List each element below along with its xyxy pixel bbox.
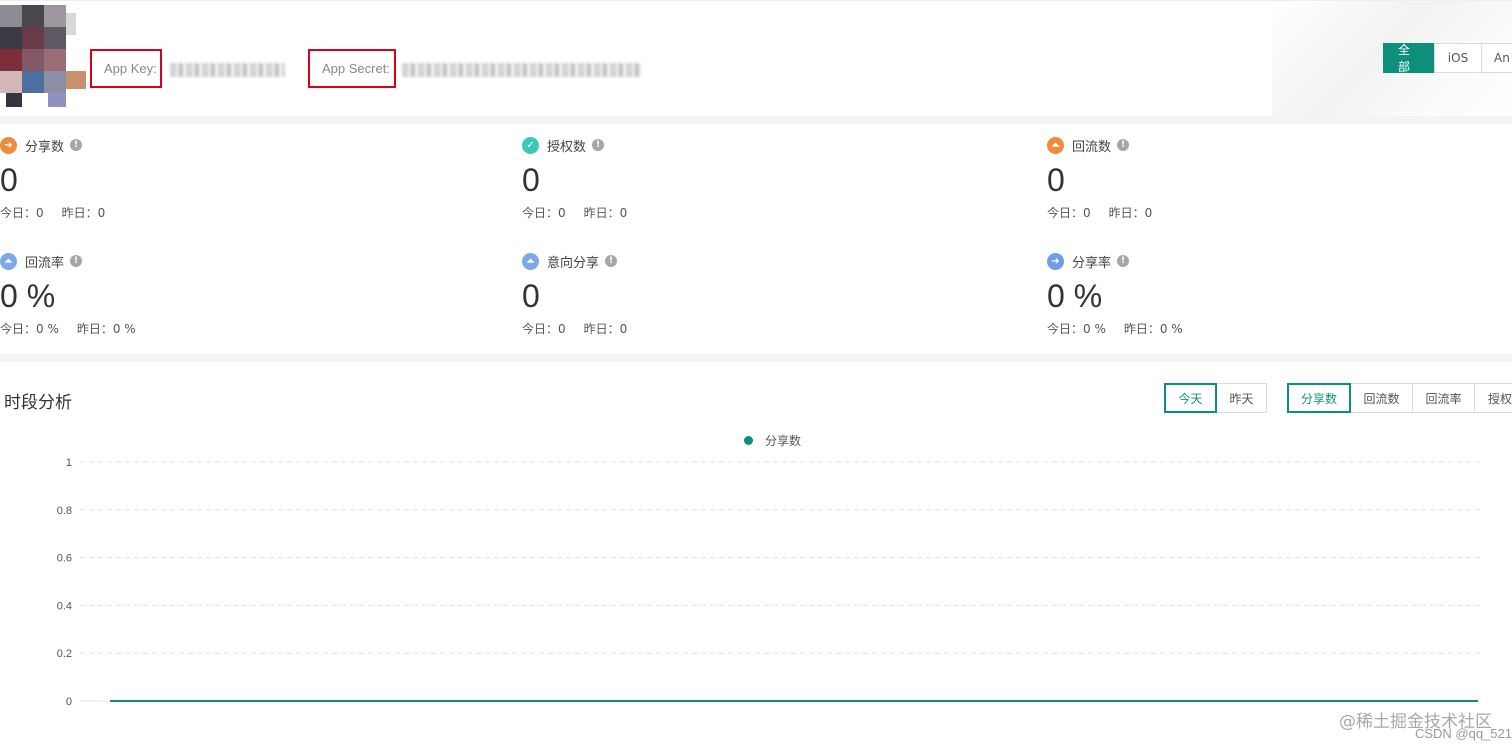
- stat-backflow-rate: ⏶ 回流率 ! 0 % 今日：0 % 昨日：0 %: [0, 252, 500, 362]
- stat-title: 授权数: [547, 139, 587, 155]
- y-tick-label: 0: [66, 696, 72, 708]
- stat-today: 今日：0: [522, 322, 566, 336]
- info-icon[interactable]: !: [605, 255, 618, 267]
- section-divider: [0, 116, 1512, 124]
- stat-yesterday: 昨日：0: [1108, 206, 1153, 220]
- app-avatar: [0, 5, 86, 109]
- tab-yesterday[interactable]: 昨天: [1216, 383, 1267, 413]
- stat-auth-count: ✓ 授权数 ! 0 今日：0 昨日：0: [522, 136, 1022, 246]
- app-secret-value-redacted: [402, 63, 642, 77]
- tab-today[interactable]: 今天: [1164, 383, 1217, 413]
- info-icon[interactable]: !: [592, 139, 605, 151]
- tab-backflow-rate[interactable]: 回流率: [1412, 383, 1475, 413]
- platform-ios-button[interactable]: iOS: [1434, 43, 1482, 73]
- stat-title: 意向分享: [547, 255, 600, 271]
- intent-share-icon: ⏶: [522, 252, 539, 270]
- y-tick-label: 0.4: [57, 600, 72, 612]
- legend-label: 分享数: [765, 434, 802, 448]
- stat-backflow-count: ⏶ 回流数 ! 0 今日：0 昨日：0: [1047, 136, 1512, 246]
- y-tick-label: 1: [66, 457, 72, 469]
- day-switch: 今天 昨天: [1164, 383, 1267, 413]
- stat-value: 0: [522, 278, 540, 314]
- stat-intent-share: ⏶ 意向分享 ! 0 今日：0 昨日：0: [522, 252, 1022, 362]
- platform-all-button[interactable]: 全部: [1383, 43, 1435, 74]
- watermark-csdn: CSDN @qq_521: [1414, 726, 1512, 741]
- time-analysis-chart: 1 0.8 0.6 0.4 0.2 0: [57, 457, 1480, 708]
- stat-today: 今日：0: [0, 206, 44, 220]
- stat-title: 回流率: [25, 255, 65, 271]
- y-tick-label: 0.6: [57, 553, 72, 565]
- metric-switch: 分享数 回流数 回流率 授权: [1287, 383, 1512, 413]
- stat-today: 今日：0: [1047, 206, 1091, 220]
- app-header: App Key: App Secret: 全部 iOS An: [0, 0, 1512, 116]
- stat-value: 0: [1047, 162, 1065, 198]
- stat-yesterday: 昨日：0 %: [1123, 322, 1183, 336]
- stat-today: 今日：0 %: [0, 322, 59, 336]
- stat-title: 分享数: [25, 139, 65, 155]
- app-secret-label: App Secret:: [322, 61, 390, 76]
- stat-yesterday: 昨日：0: [583, 322, 628, 336]
- share-rate-icon: ➜: [1047, 252, 1064, 270]
- y-tick-label: 0.8: [57, 505, 72, 517]
- info-icon[interactable]: !: [1117, 255, 1130, 267]
- info-icon[interactable]: !: [70, 139, 83, 151]
- app-key-label-box: App Key:: [90, 49, 162, 88]
- stat-share-count: ➜ 分享数 ! 0 今日：0 昨日：0: [0, 136, 500, 246]
- backflow-rate-icon: ⏶: [0, 252, 17, 270]
- info-icon[interactable]: !: [1117, 139, 1130, 151]
- stat-yesterday: 昨日：0 %: [76, 322, 136, 336]
- tab-backflow-count[interactable]: 回流数: [1350, 383, 1413, 413]
- stat-value: 0 %: [0, 278, 56, 314]
- stat-value: 0: [522, 162, 540, 198]
- app-key-label: App Key:: [104, 61, 157, 76]
- stat-yesterday: 昨日：0: [583, 206, 628, 220]
- y-tick-label: 0.2: [57, 648, 72, 660]
- platform-filter: 全部 iOS An: [1383, 43, 1512, 74]
- section-title: 时段分析: [4, 393, 72, 413]
- platform-android-button[interactable]: An: [1481, 43, 1512, 73]
- chart-legend[interactable]: 分享数: [744, 432, 801, 449]
- tab-auth[interactable]: 授权: [1474, 383, 1512, 413]
- info-icon[interactable]: !: [70, 255, 83, 267]
- stat-value: 0 %: [1047, 278, 1103, 314]
- share-arrow-icon: ➜: [0, 136, 17, 154]
- app-key-value-redacted: [170, 63, 285, 77]
- backflow-icon: ⏶: [1047, 136, 1064, 154]
- tab-share-count[interactable]: 分享数: [1287, 383, 1351, 413]
- stat-title: 回流数: [1072, 139, 1112, 155]
- stat-share-rate: ➜ 分享率 ! 0 % 今日：0 % 昨日：0 %: [1047, 252, 1512, 362]
- shield-check-icon: ✓: [522, 136, 539, 154]
- stat-value: 0: [0, 162, 18, 198]
- section-divider: [0, 354, 1512, 362]
- stat-today: 今日：0: [522, 206, 566, 220]
- stat-today: 今日：0 %: [1047, 322, 1106, 336]
- stat-yesterday: 昨日：0: [61, 206, 106, 220]
- app-secret-label-box: App Secret:: [308, 49, 396, 88]
- legend-marker: [744, 436, 753, 445]
- stat-title: 分享率: [1072, 255, 1112, 271]
